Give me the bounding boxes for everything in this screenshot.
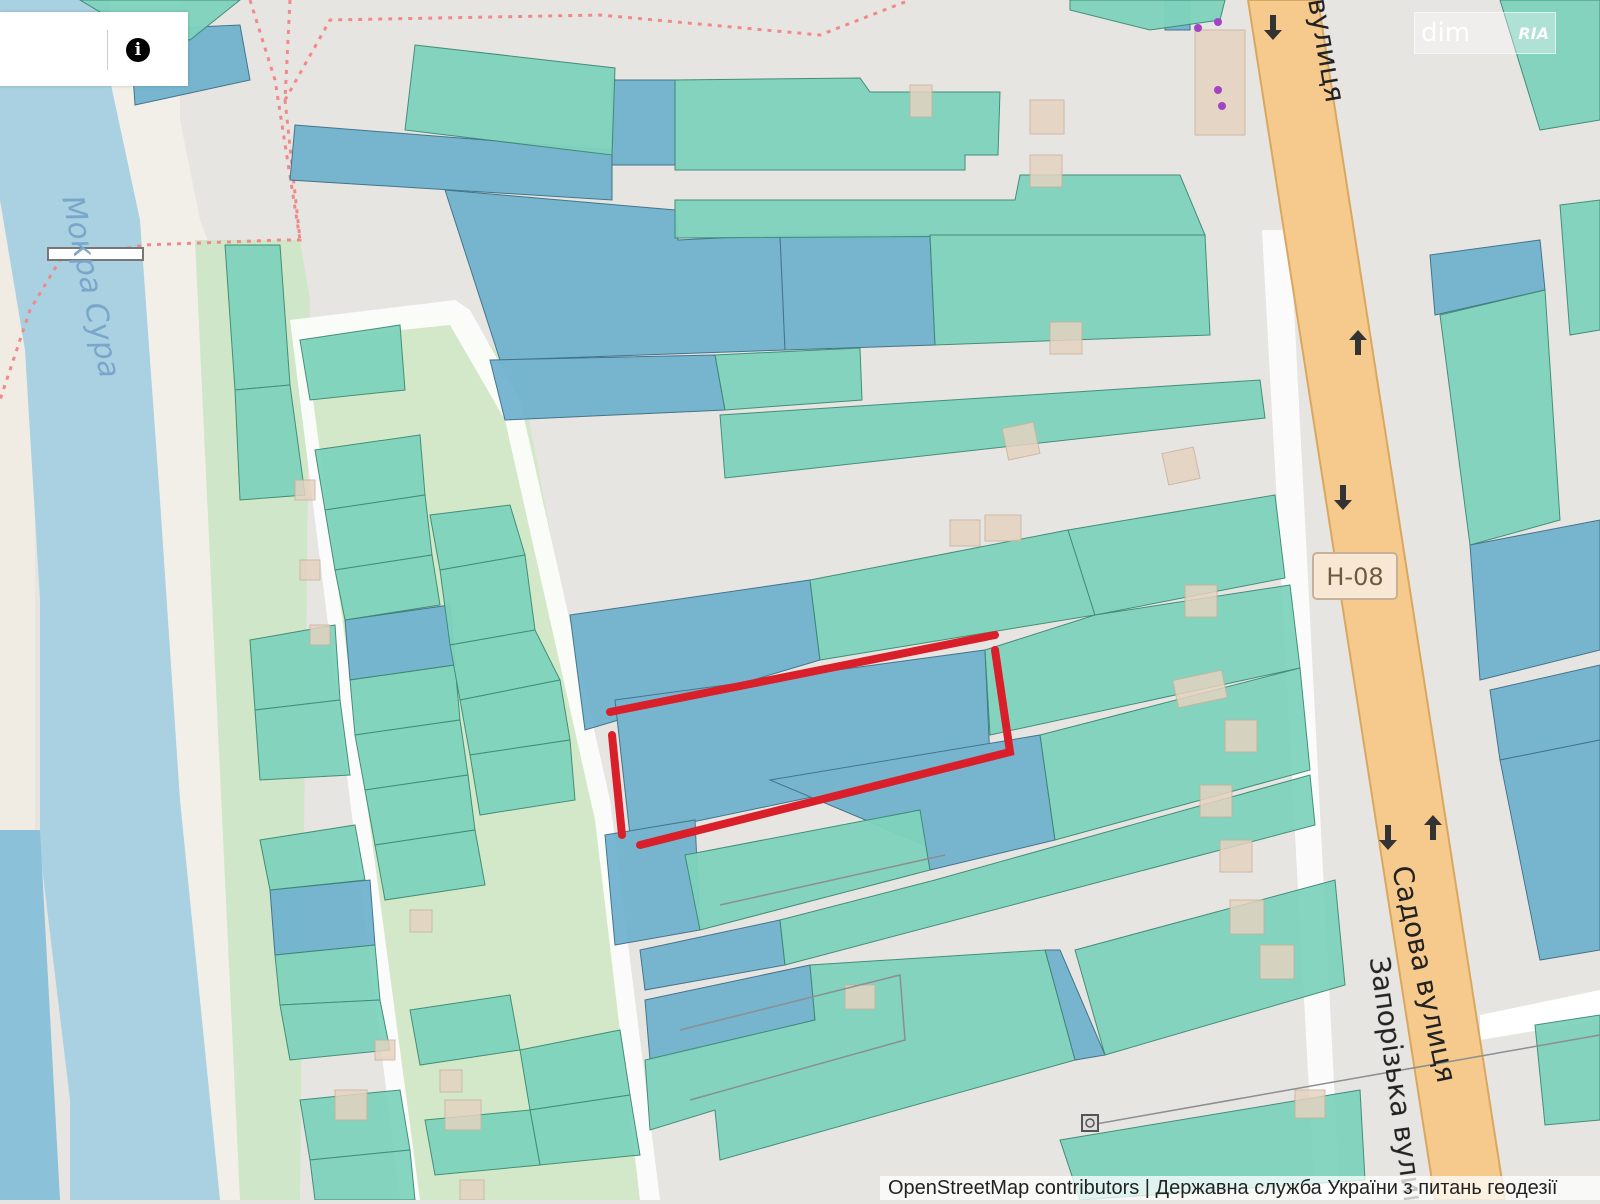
map-canvas: Н-08 Мокра Сура вулиця Садова вулиця Зап… bbox=[0, 0, 1600, 1204]
watermark-logo: RIA bbox=[1518, 23, 1549, 43]
square-marker bbox=[1081, 1114, 1099, 1132]
road-shield-label: Н-08 bbox=[1326, 563, 1383, 591]
watermark: dim RIA bbox=[1414, 12, 1556, 54]
info-icon[interactable]: i bbox=[126, 38, 150, 62]
map[interactable]: Н-08 Мокра Сура вулиця Садова вулиця Зап… bbox=[0, 0, 1600, 1204]
info-control-divider bbox=[107, 30, 108, 70]
watermark-text: dim bbox=[1421, 18, 1471, 48]
map-attribution[interactable]: OpenStreetMap contributors | Державна сл… bbox=[880, 1176, 1600, 1200]
info-control-box: i bbox=[0, 12, 188, 86]
road-shield: Н-08 bbox=[1312, 552, 1398, 600]
